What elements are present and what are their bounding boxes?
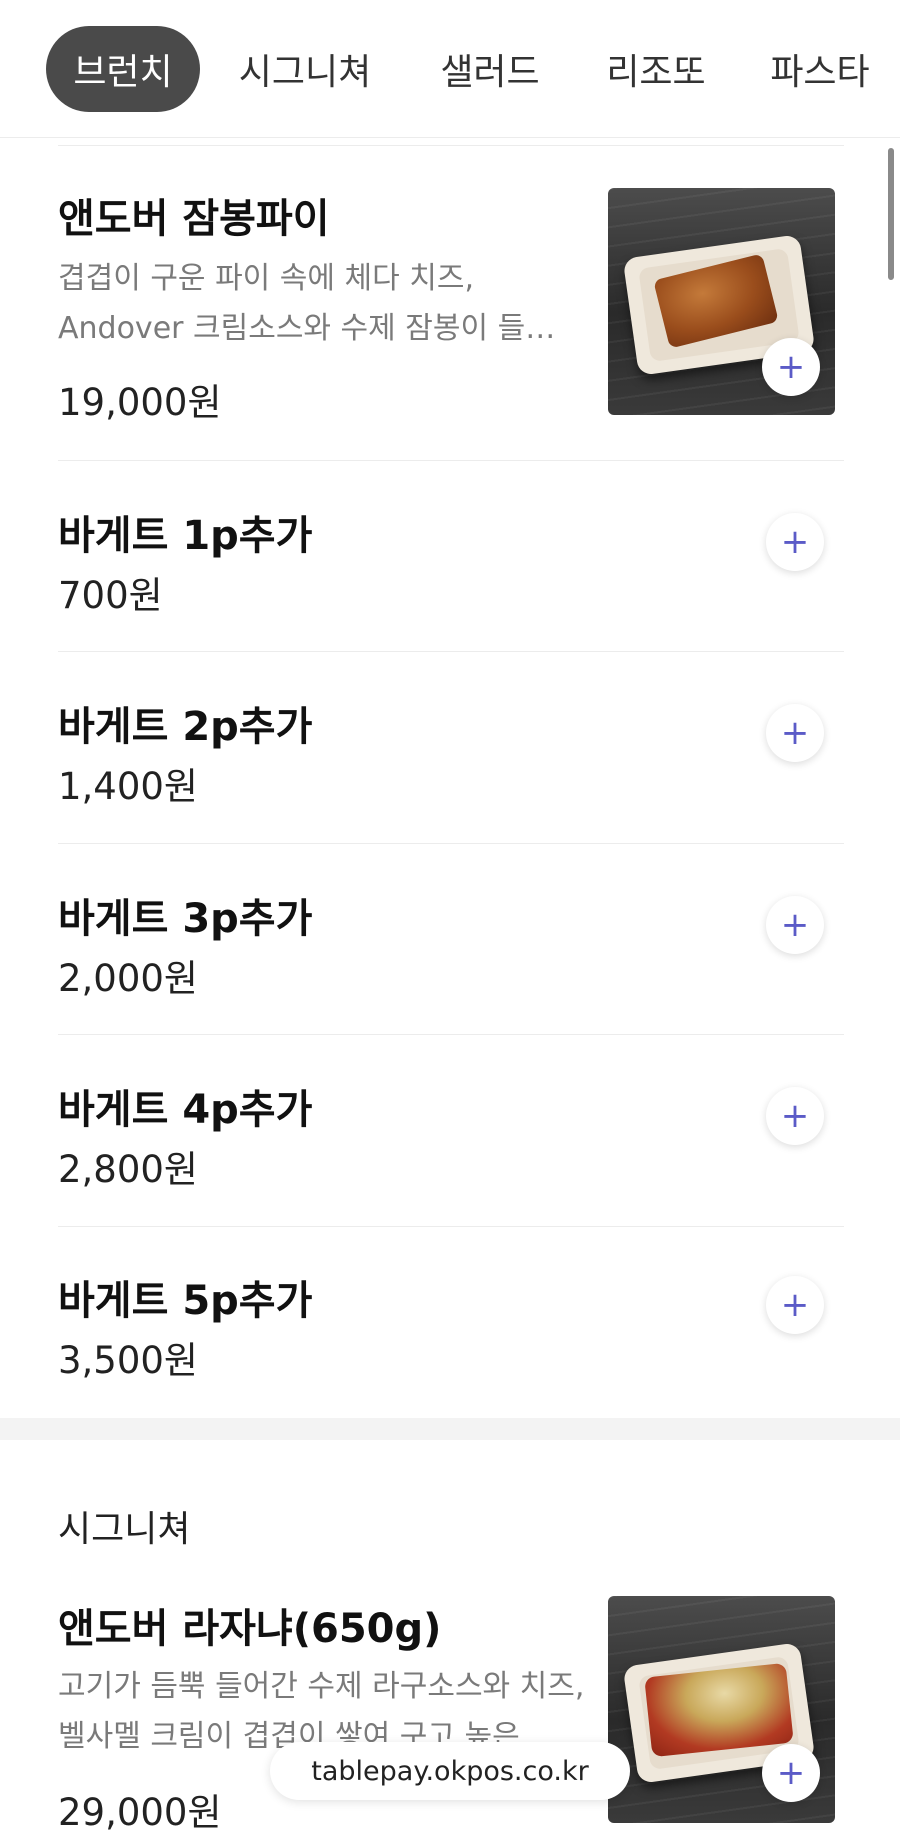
section-title-signature: 시그니쳐 bbox=[58, 1509, 191, 1550]
description-line: 고기가 듬뿍 들어간 수제 라구소스와 치즈, bbox=[58, 1669, 585, 1704]
add-to-cart-button[interactable]: + bbox=[766, 704, 824, 762]
category-tab-bar: 브런치 시그니쳐 샐러드 리조또 파스타 bbox=[0, 0, 900, 138]
plus-icon: + bbox=[780, 1096, 810, 1136]
item-name: 바게트 5p추가 bbox=[58, 1278, 313, 1324]
add-to-cart-button[interactable]: + bbox=[766, 1087, 824, 1145]
divider bbox=[58, 1226, 844, 1227]
divider bbox=[58, 460, 844, 461]
description-line: Andover 크림소스와 수제 잠봉이 들… bbox=[58, 311, 556, 346]
item-name: 앤도버 라자냐(650g) bbox=[58, 1606, 442, 1652]
scrollbar[interactable] bbox=[888, 148, 894, 280]
plus-icon: + bbox=[776, 347, 806, 387]
item-price: 1,400원 bbox=[58, 765, 198, 808]
add-to-cart-button[interactable]: + bbox=[766, 896, 824, 954]
add-to-cart-button[interactable]: + bbox=[762, 1744, 820, 1802]
item-price: 2,000원 bbox=[58, 957, 198, 1000]
add-to-cart-button[interactable]: + bbox=[762, 338, 820, 396]
plus-icon: + bbox=[780, 522, 810, 562]
item-description: 겹겹이 구운 파이 속에 체다 치즈, Andover 크림소스와 수제 잠봉이… bbox=[58, 254, 598, 354]
item-price: 2,800원 bbox=[58, 1148, 198, 1191]
item-name: 바게트 1p추가 bbox=[58, 513, 313, 559]
tab-risotto[interactable]: 리조또 bbox=[586, 26, 726, 112]
browser-url-pill[interactable]: tablepay.okpos.co.kr bbox=[270, 1742, 630, 1800]
section-divider bbox=[0, 1418, 900, 1440]
tab-pasta[interactable]: 파스타 bbox=[750, 26, 890, 112]
item-name: 앤도버 잠봉파이 bbox=[58, 196, 330, 242]
item-price: 29,000원 bbox=[58, 1791, 222, 1834]
item-name: 바게트 2p추가 bbox=[58, 704, 313, 750]
item-price: 3,500원 bbox=[58, 1339, 198, 1382]
add-to-cart-button[interactable]: + bbox=[766, 513, 824, 571]
plus-icon: + bbox=[780, 1285, 810, 1325]
divider bbox=[58, 1034, 844, 1035]
url-text: tablepay.okpos.co.kr bbox=[311, 1755, 589, 1787]
item-price: 700원 bbox=[58, 574, 163, 617]
add-to-cart-button[interactable]: + bbox=[766, 1276, 824, 1334]
tab-salad[interactable]: 샐러드 bbox=[420, 26, 560, 112]
plus-icon: + bbox=[776, 1753, 806, 1793]
item-price: 19,000원 bbox=[58, 381, 222, 424]
item-name: 바게트 3p추가 bbox=[58, 896, 313, 942]
divider bbox=[58, 145, 844, 146]
tab-brunch[interactable]: 브런치 bbox=[46, 26, 200, 112]
plus-icon: + bbox=[780, 713, 810, 753]
item-name: 바게트 4p추가 bbox=[58, 1087, 313, 1133]
divider bbox=[58, 843, 844, 844]
divider bbox=[58, 651, 844, 652]
description-line: 겹겹이 구운 파이 속에 체다 치즈, bbox=[58, 261, 475, 296]
tab-signature[interactable]: 시그니쳐 bbox=[220, 26, 390, 112]
plus-icon: + bbox=[780, 905, 810, 945]
